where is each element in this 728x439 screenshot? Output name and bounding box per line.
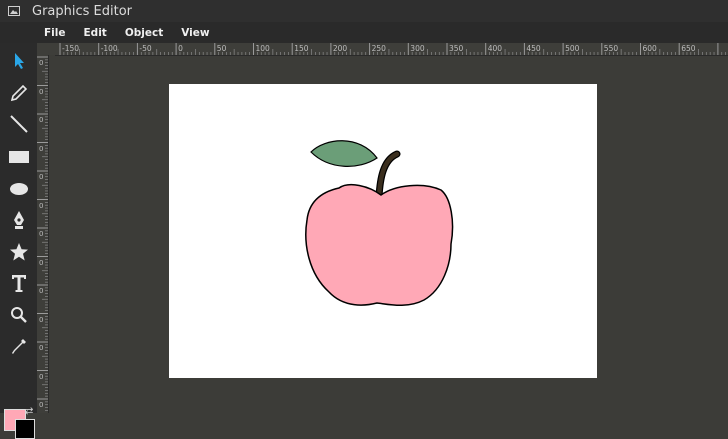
- ruler-label: -50: [139, 44, 152, 53]
- apple-body: [305, 184, 454, 306]
- ruler-label: 0: [39, 59, 44, 67]
- ruler-label: 450: [526, 44, 541, 53]
- ruler-label: 0: [39, 173, 44, 181]
- ruler-label: 250: [371, 44, 386, 53]
- menu-edit[interactable]: Edit: [84, 27, 107, 39]
- menu-object[interactable]: Object: [125, 27, 163, 39]
- ruler-label: 0: [39, 287, 44, 295]
- menu-file[interactable]: File: [44, 27, 66, 39]
- ruler-label: 0: [39, 372, 44, 381]
- text-tool[interactable]: [6, 270, 32, 296]
- menu-view[interactable]: View: [181, 27, 209, 39]
- ruler-label: 0: [39, 258, 44, 267]
- tool-panel: ⇄: [0, 43, 37, 439]
- apple-leaf: [310, 140, 378, 167]
- eyedropper-icon: [12, 339, 26, 354]
- window-title: Graphics Editor: [32, 3, 133, 19]
- zoom-tool[interactable]: [6, 302, 32, 328]
- text-icon: [12, 275, 26, 292]
- menu-bar: File Edit Object View: [0, 22, 728, 43]
- ruler-label: -100: [100, 44, 118, 53]
- ruler-label: 400: [487, 44, 503, 53]
- artwork: [305, 140, 454, 306]
- ruler-label: 200: [332, 44, 348, 53]
- image-icon: [8, 6, 20, 16]
- star-icon: [10, 243, 28, 261]
- ruler-corner: [37, 43, 55, 55]
- line-tool[interactable]: [6, 111, 32, 137]
- ruler-label: 150: [294, 44, 309, 53]
- line-icon: [10, 115, 28, 133]
- drawing-canvas[interactable]: [169, 84, 597, 378]
- rectangle-tool[interactable]: [6, 144, 32, 170]
- ruler-label: 500: [565, 44, 580, 53]
- star-tool[interactable]: [6, 239, 32, 265]
- vertical-ruler: 0 0 0 0 0 0 0 0 0 0 0 0 0: [37, 55, 49, 413]
- ruler-label: 0: [39, 201, 44, 210]
- ruler-label: 0: [39, 344, 44, 352]
- horizontal-ruler: -150 -100 -50 0 50 100 150 200 250 300 350 400 450 50…: [55, 43, 728, 56]
- ruler-label: 0: [39, 315, 44, 324]
- ruler-label: 100: [255, 44, 270, 53]
- ruler-label: 0: [39, 87, 44, 96]
- horizontal-ruler-ticks: [59, 43, 726, 55]
- swap-colors-icon[interactable]: ⇄: [25, 406, 33, 417]
- pencil-tool[interactable]: [6, 80, 32, 106]
- arrow-pointer-icon: [15, 53, 24, 69]
- ruler-label: 0: [39, 230, 44, 238]
- pen-nib-icon: [14, 211, 24, 229]
- stroke-color-swatch[interactable]: [15, 419, 35, 439]
- ruler-label: -150: [62, 44, 80, 53]
- ellipse-icon: [10, 183, 28, 195]
- ruler-label: 0: [39, 144, 44, 153]
- rectangle-icon: [9, 151, 29, 163]
- ruler-label: 300: [410, 44, 425, 53]
- eyedropper-tool[interactable]: [6, 334, 32, 360]
- ruler-label: 0: [39, 401, 44, 409]
- ruler-label: 650: [681, 44, 696, 53]
- ruler-label: 50: [216, 44, 227, 53]
- magnifier-icon: [11, 307, 27, 323]
- ruler-label: 600: [642, 44, 657, 53]
- title-bar: Graphics Editor: [0, 0, 728, 22]
- ruler-label: 0: [178, 44, 183, 53]
- ruler-label: 0: [39, 116, 44, 124]
- pen-tool[interactable]: [6, 207, 32, 233]
- ruler-label: 350: [449, 44, 464, 53]
- ellipse-tool[interactable]: [6, 176, 32, 202]
- pencil-icon: [10, 84, 28, 102]
- select-tool[interactable]: [6, 48, 32, 74]
- ruler-label: 550: [603, 44, 619, 53]
